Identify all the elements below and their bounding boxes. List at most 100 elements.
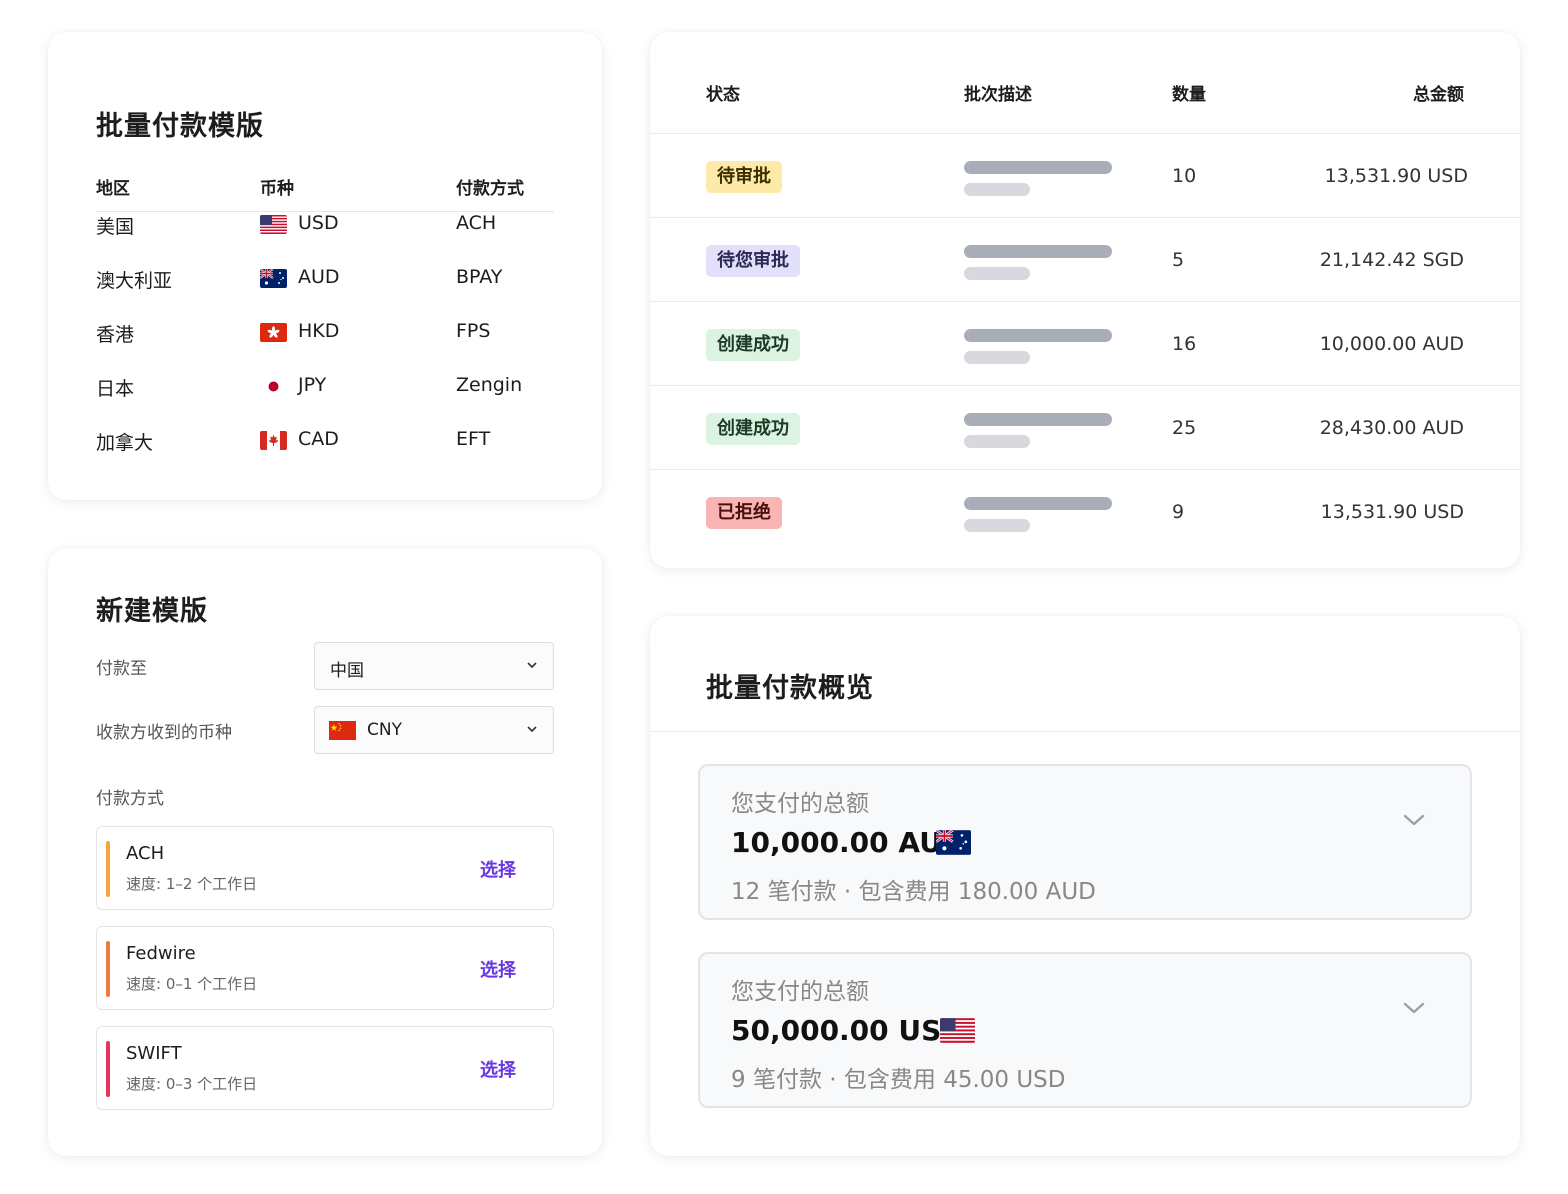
region-name: 香港 [96, 324, 135, 346]
batch-count: 25 [1172, 417, 1197, 439]
batch-total: 21,142.42 SGD [1319, 249, 1464, 271]
batch-total: 13,531.90 USD [1324, 165, 1468, 187]
total-label: 您支付的总额 [731, 979, 869, 1005]
method-name: FPS [456, 320, 491, 342]
method-name: ACH [126, 843, 165, 864]
ca-flag-icon [260, 431, 287, 450]
description-placeholder [964, 183, 1030, 196]
chevron-down-icon [527, 726, 537, 733]
currency-code: USD [298, 212, 339, 234]
method-name: EFT [456, 428, 491, 450]
total-paid-panel[interactable]: 您支付的总额 10,000.00 AUD 12 笔付款 · 包含费用 180.0… [698, 764, 1472, 920]
pay-to-select[interactable]: 中国 [314, 642, 554, 690]
template-row: 澳大利亚 AUD BPAY [96, 266, 554, 296]
pay-to-value: 中国 [330, 661, 364, 681]
overview-title: 批量付款概览 [706, 673, 874, 704]
currency-code: CAD [298, 428, 339, 450]
method-name: BPAY [456, 266, 503, 288]
template-row: 加拿大 CAD EFT [96, 428, 554, 458]
method-speed: 速度: 0–3 个工作日 [126, 1075, 258, 1093]
template-row: 美国 USD ACH [96, 212, 554, 242]
batch-count: 10 [1172, 165, 1197, 187]
batch-count: 16 [1172, 333, 1197, 355]
chevron-down-icon[interactable] [1402, 1000, 1426, 1016]
currency-code: AUD [298, 266, 340, 288]
status-badge: 创建成功 [706, 329, 800, 361]
total-summary: 9 笔付款 · 包含费用 45.00 USD [731, 1067, 1066, 1093]
batch-total: 13,531.90 USD [1320, 501, 1464, 523]
jp-flag-icon [260, 377, 287, 396]
select-button[interactable]: 选择 [480, 856, 516, 882]
currency-select[interactable]: CNY [314, 706, 554, 754]
method-name: SWIFT [126, 1043, 182, 1064]
total-paid-panel[interactable]: 您支付的总额 50,000.00 USD 9 笔付款 · 包含费用 45.00 … [698, 952, 1472, 1108]
status-badge: 创建成功 [706, 413, 800, 445]
hk-flag-icon [260, 323, 287, 342]
batch-row[interactable]: 创建成功 25 28,430.00 AUD [650, 386, 1520, 470]
currency-code: HKD [298, 320, 340, 342]
batch-total: 28,430.00 AUD [1319, 417, 1464, 439]
method-accent-bar [106, 1041, 110, 1097]
select-button[interactable]: 选择 [480, 1056, 516, 1082]
currency-value: CNY [367, 720, 402, 740]
currency-label: 收款方收到的币种 [96, 723, 232, 743]
payment-template-card: 批量付款模版 地区 币种 付款方式 美国 USD ACH 澳大利亚 AUD BP… [48, 32, 602, 500]
batch-total: 10,000.00 AUD [1319, 333, 1464, 355]
au-flag-icon [260, 269, 287, 288]
header-region: 地区 [96, 179, 130, 199]
region-name: 美国 [96, 216, 135, 238]
batch-row[interactable]: 创建成功 16 10,000.00 AUD [650, 302, 1520, 386]
select-button[interactable]: 选择 [480, 956, 516, 982]
method-accent-bar [106, 841, 110, 897]
batch-row[interactable]: 待您审批 5 21,142.42 SGD [650, 218, 1520, 302]
region-name: 加拿大 [96, 432, 154, 454]
method-speed: 速度: 0–1 个工作日 [126, 975, 258, 993]
description-placeholder [964, 351, 1030, 364]
description-placeholder [964, 435, 1030, 448]
description-placeholder [964, 519, 1030, 532]
chevron-down-icon [527, 662, 537, 669]
header-total: 总金额 [1413, 85, 1464, 105]
chevron-down-icon[interactable] [1402, 812, 1426, 828]
description-placeholder [964, 245, 1112, 258]
header-method: 付款方式 [456, 179, 524, 199]
template-row: 香港 HKD FPS [96, 320, 554, 350]
method-option-fedwire[interactable]: Fedwire 速度: 0–1 个工作日 选择 [96, 926, 554, 1010]
method-accent-bar [106, 941, 110, 997]
new-template-card: 新建模版 付款至 中国 收款方收到的币种 CNY 付款方式 ACH 速度: 1–… [48, 548, 602, 1156]
description-placeholder [964, 329, 1112, 342]
currency-code: JPY [298, 374, 327, 396]
us-flag-icon [940, 1018, 975, 1043]
total-label: 您支付的总额 [731, 791, 869, 817]
method-option-swift[interactable]: SWIFT 速度: 0–3 个工作日 选择 [96, 1026, 554, 1110]
description-placeholder [964, 161, 1112, 174]
header-currency: 币种 [260, 179, 294, 199]
total-amount: 10,000.00 AUD [731, 826, 966, 859]
method-option-ach[interactable]: ACH 速度: 1–2 个工作日 选择 [96, 826, 554, 910]
description-placeholder [964, 413, 1112, 426]
batch-row[interactable]: 已拒绝 9 13,531.90 USD [650, 470, 1520, 554]
description-placeholder [964, 267, 1030, 280]
us-flag-icon [260, 215, 287, 234]
region-name: 澳大利亚 [96, 270, 173, 292]
methods-label: 付款方式 [96, 789, 164, 809]
method-name: Zengin [456, 374, 523, 396]
batch-list-card: 状态 批次描述 数量 总金额 待审批 10 13,531.90 USD 待您审批… [650, 32, 1520, 568]
template-row: 日本 JPY Zengin [96, 374, 554, 404]
batch-count: 9 [1172, 501, 1185, 523]
batch-row[interactable]: 待审批 10 13,531.90 USD [650, 134, 1520, 218]
batch-overview-card: 批量付款概览 您支付的总额 10,000.00 AUD 12 笔付款 · 包含费… [650, 616, 1520, 1156]
status-badge: 待您审批 [706, 245, 800, 277]
total-summary: 12 笔付款 · 包含费用 180.00 AUD [731, 879, 1096, 905]
header-description: 批次描述 [964, 85, 1032, 105]
template-table-header: 地区 币种 付款方式 [96, 174, 554, 212]
status-badge: 已拒绝 [706, 497, 782, 529]
header-status: 状态 [706, 85, 740, 105]
template-card-title: 批量付款模版 [96, 111, 264, 142]
method-name: Fedwire [126, 943, 196, 964]
status-badge: 待审批 [706, 161, 782, 193]
pay-to-label: 付款至 [96, 659, 147, 679]
description-placeholder [964, 497, 1112, 510]
method-name: ACH [456, 212, 497, 234]
batch-table-header: 状态 批次描述 数量 总金额 [650, 32, 1520, 134]
